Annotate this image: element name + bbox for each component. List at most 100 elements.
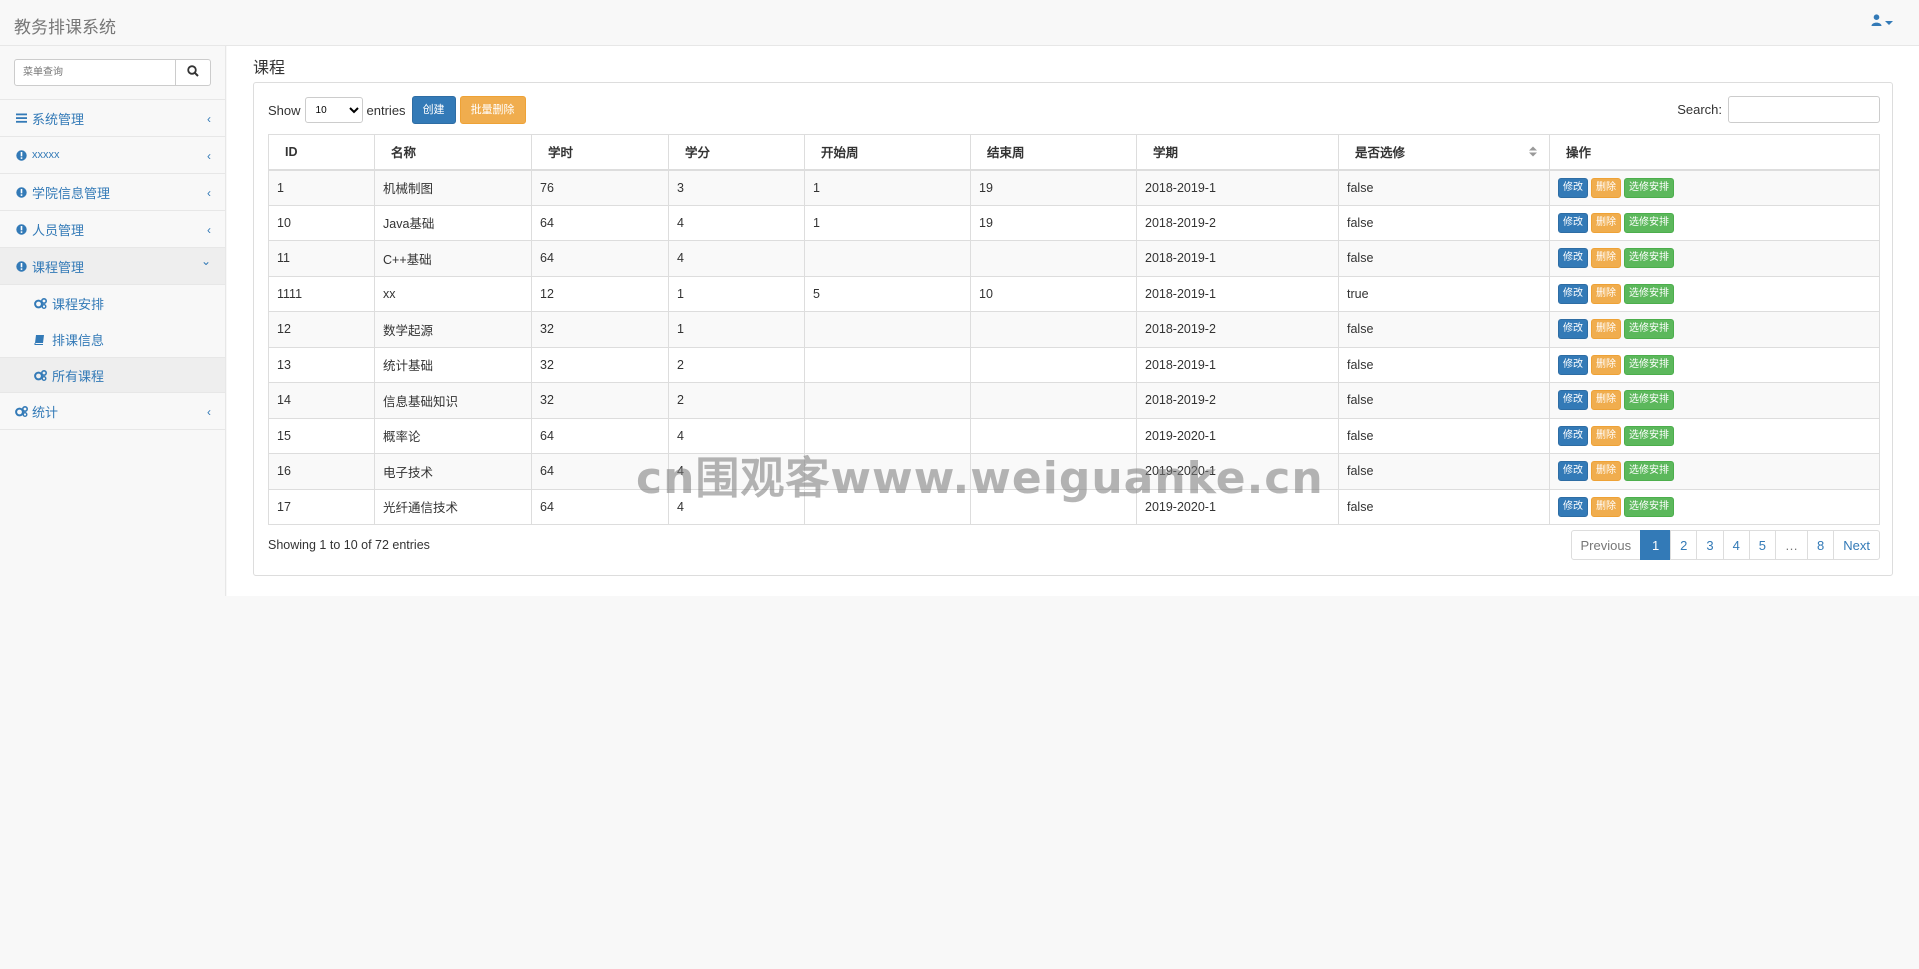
user-menu[interactable] (1871, 14, 1893, 29)
sidebar-item-personnel[interactable]: 人员管理 ‹ (0, 211, 225, 248)
delete-button[interactable]: 删除 (1591, 425, 1621, 446)
table-search-input[interactable] (1728, 96, 1880, 123)
elective-arrange-button[interactable]: 选修安排 (1624, 461, 1674, 482)
sidebar-subitem-schedule-info[interactable]: 排课信息 (0, 321, 225, 357)
sidebar-subitem-all-courses[interactable]: 所有课程 (0, 357, 225, 393)
elective-arrange-button[interactable]: 选修安排 (1624, 390, 1674, 411)
elective-arrange-button[interactable]: 选修安排 (1624, 248, 1674, 269)
info-circle-icon (15, 149, 28, 161)
create-button[interactable]: 创建 (411, 96, 456, 124)
delete-button[interactable]: 删除 (1591, 461, 1621, 482)
course-panel: Show 10 entries 创建 批量删除 Search: ID 名称 学时 (253, 82, 1893, 576)
gears-icon (15, 405, 28, 417)
delete-button[interactable]: 删除 (1591, 248, 1621, 269)
menu-search-input[interactable] (14, 59, 177, 86)
search-label: Search: (1677, 102, 1722, 117)
column-header-elective[interactable]: 是否选修 (1338, 134, 1550, 171)
elective-arrange-button[interactable]: 选修安排 (1624, 319, 1674, 340)
cell-credits: 1 (668, 311, 805, 348)
pagination: Previous 1 2 3 4 5… 8 Next (1570, 530, 1880, 560)
app-brand[interactable]: 教务排课系统 (14, 13, 116, 38)
menu-search-button[interactable] (176, 59, 211, 86)
elective-arrange-button[interactable]: 选修安排 (1624, 496, 1674, 517)
elective-arrange-button[interactable]: 选修安排 (1624, 177, 1674, 198)
cell-hours: 32 (531, 382, 669, 419)
column-header-hours[interactable]: 学时 (531, 134, 669, 171)
page-button-1[interactable]: 1 (1640, 530, 1672, 560)
cell-id: 13 (268, 346, 375, 383)
edit-button[interactable]: 修改 (1558, 212, 1588, 233)
sidebar-subitem-course-arrangement[interactable]: 课程安排 (0, 285, 225, 321)
sidebar-item-system[interactable]: 系统管理 ‹ (0, 100, 225, 137)
column-header-start-week[interactable]: 开始周 (804, 134, 971, 171)
column-header-term[interactable]: 学期 (1136, 134, 1339, 171)
page-button-5[interactable]: 5 (1748, 530, 1777, 560)
edit-button[interactable]: 修改 (1558, 319, 1588, 340)
edit-button[interactable]: 修改 (1558, 283, 1588, 304)
cell-hours: 32 (531, 311, 669, 348)
cell-end-week (970, 240, 1137, 277)
edit-button[interactable]: 修改 (1558, 248, 1588, 269)
cell-credits: 2 (668, 346, 805, 383)
sidebar: 系统管理 ‹ xxxxx ‹ 学院信息管理 ‹ 人员管理 ‹ 课程管理 ⌄ 课程… (0, 46, 226, 596)
column-header-end-week[interactable]: 结束周 (970, 134, 1137, 171)
search-icon (187, 65, 199, 80)
row-actions: 修改 删除 选修安排 (1558, 283, 1871, 304)
cell-hours: 12 (531, 275, 669, 312)
cell-name: xx (374, 275, 532, 312)
sidebar-item-course-management[interactable]: 课程管理 ⌄ (0, 248, 225, 285)
cell-credits: 4 (668, 488, 805, 525)
cell-term: 2019-2020-1 (1136, 453, 1339, 490)
page-size-select[interactable]: 10 (304, 97, 363, 123)
elective-arrange-button[interactable]: 选修安排 (1624, 425, 1674, 446)
edit-button[interactable]: 修改 (1558, 496, 1588, 517)
delete-button[interactable]: 删除 (1591, 496, 1621, 517)
delete-button[interactable]: 删除 (1591, 212, 1621, 233)
previous-page-button[interactable]: Previous (1570, 530, 1642, 560)
cell-name: 信息基础知识 (374, 382, 532, 419)
edit-button[interactable]: 修改 (1558, 354, 1588, 375)
cell-start-week (804, 382, 971, 419)
delete-button[interactable]: 删除 (1591, 283, 1621, 304)
page-button-2[interactable]: 2 (1670, 530, 1698, 560)
show-label: Show (268, 102, 301, 118)
cell-actions: 修改 删除 选修安排 (1549, 204, 1880, 241)
edit-button[interactable]: 修改 (1558, 177, 1588, 198)
cell-actions: 修改 删除 选修安排 (1549, 275, 1880, 312)
page-button-8[interactable]: 8 (1807, 530, 1835, 560)
sidebar-item-statistics[interactable]: 统计 ‹ (0, 393, 225, 430)
column-header-actions: 操作 (1549, 134, 1880, 171)
cell-credits: 3 (668, 169, 805, 206)
page-button-4[interactable]: 4 (1722, 530, 1750, 560)
batch-delete-button[interactable]: 批量删除 (459, 96, 526, 124)
column-header-credits[interactable]: 学分 (668, 134, 805, 171)
table-row: 1111 xx 12 1 5 10 2018-2019-1 true 修改 删除 选修安排 (268, 275, 1880, 312)
edit-button[interactable]: 修改 (1558, 390, 1588, 411)
chevron-left-icon: ‹ (207, 405, 211, 419)
sidebar-item-xxxxx[interactable]: xxxxx ‹ (0, 137, 225, 174)
cell-hours: 76 (531, 169, 669, 206)
sidebar-item-college-info[interactable]: 学院信息管理 ‹ (0, 174, 225, 211)
next-page-button[interactable]: Next (1833, 530, 1880, 560)
cell-term: 2019-2020-1 (1136, 488, 1339, 525)
elective-arrange-button[interactable]: 选修安排 (1624, 354, 1674, 375)
elective-arrange-button[interactable]: 选修安排 (1624, 283, 1674, 304)
cell-end-week: 19 (970, 204, 1137, 241)
chevron-left-icon: ‹ (207, 112, 211, 126)
delete-button[interactable]: 删除 (1591, 177, 1621, 198)
page-button-3[interactable]: 3 (1696, 530, 1724, 560)
delete-button[interactable]: 删除 (1591, 354, 1621, 375)
delete-button[interactable]: 删除 (1591, 390, 1621, 411)
elective-arrange-button[interactable]: 选修安排 (1624, 212, 1674, 233)
delete-button[interactable]: 删除 (1591, 319, 1621, 340)
column-header-id[interactable]: ID (268, 134, 375, 171)
edit-button[interactable]: 修改 (1558, 461, 1588, 482)
sidebar-subitem-label: 所有课程 (52, 368, 105, 384)
pagination-ellipsis: … (1775, 530, 1809, 560)
table-row: 15 概率论 64 4 2019-2020-1 false 修改 删除 选修安排 (268, 417, 1880, 454)
row-actions: 修改 删除 选修安排 (1558, 425, 1871, 446)
sort-icon (1529, 146, 1537, 157)
edit-button[interactable]: 修改 (1558, 425, 1588, 446)
main-content: 课程 Show 10 entries 创建 批量删除 Search: ID 名称 (227, 46, 1919, 596)
column-header-name[interactable]: 名称 (374, 134, 532, 171)
